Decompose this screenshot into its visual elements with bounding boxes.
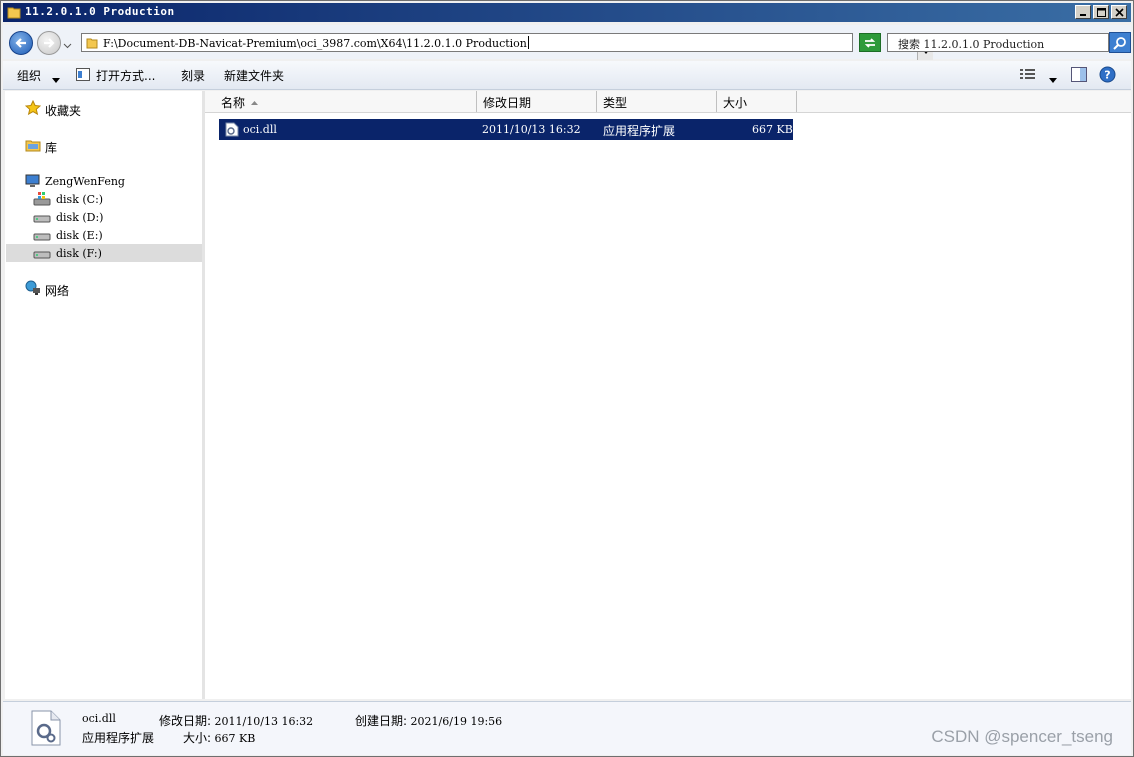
nav-favorites-label: 收藏夹 [45,104,82,118]
details-modified-label: 修改日期: [159,714,212,728]
column-size[interactable]: 大小 [717,91,797,112]
column-modified-label: 修改日期 [483,96,532,110]
nav-network[interactable]: 网络 [25,280,195,298]
details-pane: oci.dll 应用程序扩展 修改日期: 2011/10/13 16:32 创建… [3,701,1131,755]
search-button[interactable] [1109,32,1131,53]
search-placeholder: 搜索 11.2.0.1.0 Production [898,38,1045,51]
windows-drive-icon [33,191,51,210]
column-name[interactable]: 名称 [205,91,477,112]
column-name-label: 名称 [221,96,246,110]
file-list: 名称 修改日期 类型 大小 oci.dll 2011/10/13 16:32 应… [205,91,1131,699]
nav-network-label: 网络 [45,284,70,298]
nav-drive-d[interactable]: disk (D:) [33,209,198,227]
open-with-icon [76,68,90,84]
nav-drive-c[interactable]: disk (C:) [33,191,198,209]
folder-icon [86,37,98,52]
forward-button[interactable] [37,31,61,55]
view-dropdown-icon[interactable] [1049,72,1057,86]
burn-button[interactable]: 刻录 [181,67,205,84]
nav-drive-label: disk (C:) [56,193,104,206]
organize-button[interactable]: 组织 [17,67,41,84]
maximize-button[interactable] [1093,5,1109,19]
svg-text:?: ? [1104,69,1110,82]
nav-favorites[interactable]: 收藏夹 [24,99,195,119]
folder-icon [7,5,21,22]
details-type: 应用程序扩展 [82,731,155,745]
watermark-text: CSDN @spencer_tseng [931,727,1113,746]
nav-drive-e[interactable]: disk (E:) [33,227,198,245]
title-bar[interactable]: 11.2.0.1.0 Production [3,3,1131,22]
close-button[interactable] [1111,5,1127,19]
details-size-label: 大小: [183,731,212,745]
new-folder-button[interactable]: 新建文件夹 [224,67,284,84]
nav-computer-label: ZengWenFeng [45,175,125,188]
column-header-row: 名称 修改日期 类型 大小 [205,91,1131,113]
nav-drive-label: disk (F:) [56,247,102,260]
drive-icon [33,209,51,228]
column-type[interactable]: 类型 [597,91,717,112]
details-filename: oci.dll [82,712,116,725]
recent-pages-dropdown[interactable] [63,38,72,52]
star-icon [24,99,42,119]
window-title: 11.2.0.1.0 Production [25,5,175,18]
nav-libraries-label: 库 [45,141,58,155]
dll-file-icon [225,122,239,140]
library-icon [25,137,41,156]
drive-icon [33,245,51,264]
details-created-value: 2021/6/19 19:56 [410,715,503,728]
column-type-label: 类型 [603,96,628,110]
computer-icon [25,173,41,192]
chevron-down-icon [63,43,72,49]
arrow-left-icon [15,38,26,48]
minimize-button[interactable] [1075,5,1091,19]
details-created-label: 创建日期: [355,714,408,728]
organize-dropdown-icon[interactable] [52,72,60,86]
text-caret [527,36,529,49]
address-path: F:\Document-DB-Navicat-Premium\oci_3987.… [103,37,527,50]
explorer-window: 11.2.0.1.0 Production F:\Document-DB-Nav… [0,0,1134,757]
search-input[interactable]: 搜索 11.2.0.1.0 Production [887,33,1109,52]
network-icon [25,280,41,299]
help-icon[interactable]: ? [1099,66,1116,86]
file-type: 应用程序扩展 [603,124,676,138]
file-row[interactable]: oci.dll 2011/10/13 16:32 应用程序扩展 667 KB [219,119,793,140]
sort-ascending-icon [251,94,258,108]
nav-drive-label: disk (E:) [56,229,103,242]
search-icon [1113,36,1126,50]
column-modified[interactable]: 修改日期 [477,91,597,112]
nav-drive-f[interactable]: disk (F:) [6,244,202,262]
nav-drive-label: disk (D:) [56,211,104,224]
refresh-button[interactable] [859,33,881,52]
file-size: 667 KB [752,123,793,136]
preview-pane-icon[interactable] [1071,67,1087,85]
open-with-button[interactable]: 打开方式... [96,67,155,84]
command-bar: 组织 打开方式... 刻录 新建文件夹 ? [3,61,1131,90]
back-button[interactable] [9,31,33,55]
address-row: F:\Document-DB-Navicat-Premium\oci_3987.… [3,25,1131,60]
details-modified-value: 2011/10/13 16:32 [214,715,314,728]
file-modified: 2011/10/13 16:32 [482,123,581,136]
window-controls [1075,5,1127,19]
file-name: oci.dll [243,123,277,136]
details-size-value: 667 KB [214,732,256,745]
nav-computer[interactable]: ZengWenFeng [25,173,195,191]
column-size-label: 大小 [723,96,748,110]
nav-libraries[interactable]: 库 [25,137,195,155]
arrow-right-icon [44,38,55,48]
view-options-icon[interactable] [1020,68,1036,84]
dll-file-icon [31,710,61,749]
navigation-pane: 收藏夹 库 ZengWenFeng disk (C:) disk (D:) di… [5,91,203,699]
refresh-icon [864,37,876,48]
address-bar[interactable]: F:\Document-DB-Navicat-Premium\oci_3987.… [81,33,933,60]
